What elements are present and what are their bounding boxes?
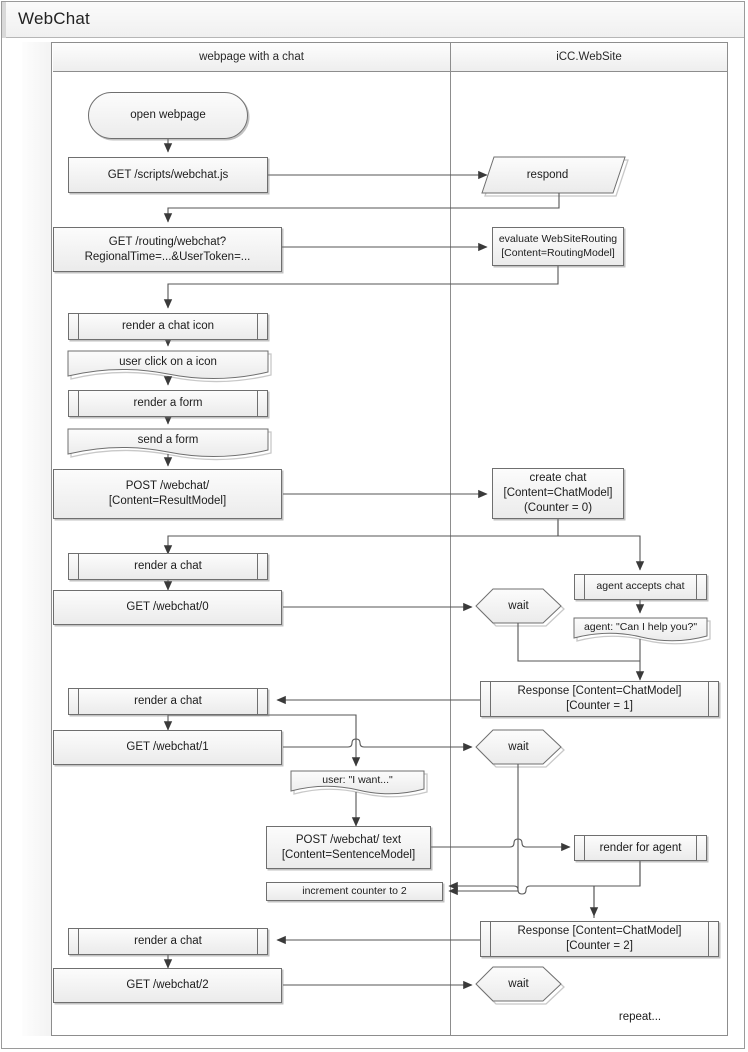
- node-render-chat-icon[interactable]: render a chat icon: [68, 313, 268, 340]
- node-render-chat-2-label: render a chat: [134, 695, 202, 708]
- node-agent-question[interactable]: agent: "Can I help you?": [574, 618, 707, 637]
- node-user-click-icon-label: user click on a icon: [119, 356, 217, 369]
- node-wait-1[interactable]: wait: [476, 589, 561, 623]
- node-increment-counter[interactable]: increment counter to 2: [266, 882, 443, 901]
- node-wait-1-label: wait: [508, 599, 529, 612]
- node-wait-3-label: wait: [508, 977, 529, 990]
- node-user-sentence-label: user: "I want...": [322, 773, 393, 786]
- node-response-2-label: Response [Content=ChatModel] [Counter = 2…: [517, 925, 682, 952]
- node-render-form[interactable]: render a form: [68, 390, 268, 417]
- edge-renderforagent-to-increment: [448, 861, 641, 895]
- node-evaluate-routing-label: evaluate WebSiteRouting [Content=RoutingM…: [498, 233, 618, 259]
- node-increment-counter-label: increment counter to 2: [302, 884, 407, 897]
- node-create-chat[interactable]: create chat [Content=ChatModel] (Counter =…: [492, 468, 624, 519]
- node-send-form-label: send a form: [137, 434, 199, 447]
- node-get-webchat-0-label: GET /webchat/0: [126, 601, 209, 614]
- node-get-webchat-js-label: GET /scripts/webchat.js: [107, 168, 229, 181]
- node-agent-question-label: agent: "Can I help you?": [583, 620, 698, 633]
- node-render-chat-1[interactable]: render a chat: [68, 553, 268, 580]
- diagram-canvas: WebChat webpage with a chat iCC.WebSite: [0, 0, 748, 1052]
- edge-get1-to-wait2: [283, 738, 473, 752]
- node-wait-2-label: wait: [508, 740, 529, 753]
- node-render-chat-3[interactable]: render a chat: [68, 928, 268, 955]
- node-render-form-label: render a form: [133, 397, 203, 410]
- node-post-webchat-text[interactable]: POST /webchat/ text [Content=SentenceMode…: [266, 826, 431, 869]
- node-render-chat-3-label: render a chat: [134, 935, 202, 948]
- node-get-webchat-2[interactable]: GET /webchat/2: [53, 968, 282, 1003]
- node-get-webchat-1[interactable]: GET /webchat/1: [53, 730, 282, 765]
- edge-respond-to-getrouting: [163, 193, 560, 223]
- node-evaluate-routing[interactable]: evaluate WebSiteRouting [Content=RoutingM…: [492, 227, 624, 266]
- node-repeat-text: repeat...: [600, 1009, 680, 1025]
- edge-posttext-to-renderforagent: [431, 838, 571, 852]
- node-open-webpage[interactable]: open webpage: [88, 92, 248, 139]
- node-get-routing-label: GET /routing/webchat? RegionalTime=...&Us…: [84, 235, 251, 263]
- node-render-chat-icon-label: render a chat icon: [121, 320, 215, 333]
- node-response-2[interactable]: Response [Content=ChatModel] [Counter = 2…: [480, 921, 719, 957]
- edge-createchat-to-agentaccepts: [557, 519, 645, 571]
- node-render-for-agent[interactable]: render for agent: [574, 835, 707, 861]
- node-get-webchat-2-label: GET /webchat/2: [126, 979, 209, 992]
- node-get-webchat-0[interactable]: GET /webchat/0: [53, 590, 282, 625]
- node-post-webchat-text-label: POST /webchat/ text [Content=SentenceMode…: [281, 833, 416, 861]
- node-get-webchat-1-label: GET /webchat/1: [126, 741, 209, 754]
- node-render-for-agent-label: render for agent: [599, 841, 682, 854]
- node-response-1-label: Response [Content=ChatModel] [Counter = 1…: [517, 685, 682, 712]
- node-user-sentence[interactable]: user: "I want...": [291, 771, 424, 790]
- edge-createchat-to-renderchat1: [163, 519, 559, 555]
- node-wait-3[interactable]: wait: [476, 967, 561, 1001]
- node-respond-label: respond: [526, 168, 569, 181]
- node-user-click-icon[interactable]: user click on a icon: [68, 351, 268, 374]
- node-agent-accepts[interactable]: agent accepts chat: [574, 574, 707, 600]
- node-create-chat-label: create chat [Content=ChatModel] (Counter =…: [503, 472, 613, 514]
- node-wait-2[interactable]: wait: [476, 730, 561, 764]
- node-render-chat-2[interactable]: render a chat: [68, 688, 268, 715]
- node-agent-accepts-label: agent accepts chat: [596, 580, 685, 593]
- node-post-webchat-label: POST /webchat/[Content=ResultModel]: [108, 480, 227, 507]
- node-send-form[interactable]: send a form: [68, 429, 268, 452]
- node-get-routing[interactable]: GET /routing/webchat? RegionalTime=...&Us…: [53, 227, 282, 272]
- node-response-1[interactable]: Response [Content=ChatModel] [Counter = 1…: [480, 681, 719, 717]
- node-respond[interactable]: respond: [482, 157, 613, 193]
- node-open-webpage-label: open webpage: [130, 109, 206, 122]
- node-post-webchat[interactable]: POST /webchat/[Content=ResultModel]: [53, 469, 282, 519]
- edge-renderforagent-down: [593, 861, 641, 918]
- node-repeat-label: repeat...: [618, 1010, 662, 1023]
- node-render-chat-1-label: render a chat: [134, 560, 202, 573]
- node-get-webchat-js[interactable]: GET /scripts/webchat.js: [68, 157, 268, 193]
